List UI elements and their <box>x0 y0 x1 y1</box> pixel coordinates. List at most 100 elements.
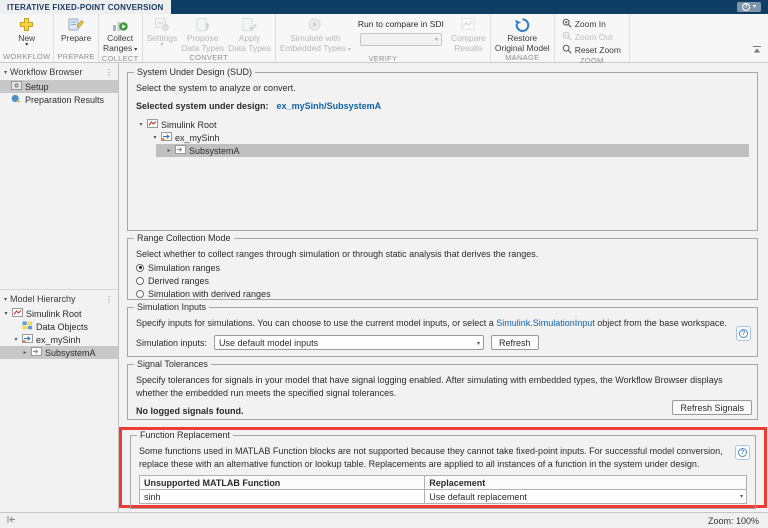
tree-item-label: ex_mySinh <box>175 132 220 143</box>
collapse-panel-icon: ▾ <box>4 296 8 303</box>
sud-group-title: System Under Design (SUD) <box>134 67 256 77</box>
radio-button-icon[interactable] <box>136 263 144 272</box>
tree-item-label: ex_mySinh <box>36 334 81 345</box>
tree-item-simulink-root[interactable]: ▾ Simulink Root <box>0 307 118 320</box>
workflow-browser-header[interactable]: ▾ Workflow Browser ⋮ <box>0 63 118 80</box>
workflow-item-label: Setup <box>25 81 49 92</box>
radio-label: Derived ranges <box>148 275 210 286</box>
radio-simulation-ranges[interactable]: Simulation ranges <box>136 261 749 274</box>
simulation-inputs-select[interactable]: Use default model inputs ▾ <box>214 335 485 351</box>
ribbon: New ▾ WORKFLOW Prepare PREPARE Collect R… <box>0 14 768 65</box>
ribbon-section-convert: Settings ▾ Propose Data Types Apply Data… <box>143 14 276 62</box>
refresh-signals-button[interactable]: Refresh Signals <box>672 400 752 415</box>
function-replacement-highlight: Function Replacement Some functions used… <box>119 427 767 510</box>
tree-item-data-objects[interactable]: Data Objects <box>0 320 118 333</box>
prepare-icon <box>68 16 85 33</box>
workflow-item-setup[interactable]: Setup <box>0 80 118 93</box>
sud-tree-item-simulink-root[interactable]: ▾ Simulink Root <box>136 118 749 131</box>
replacement-select[interactable]: Use default replacement ▾ <box>424 489 747 505</box>
panel-menu-icon[interactable]: ⋮ <box>105 295 114 304</box>
caret-down-icon: ▾ <box>160 42 164 49</box>
ribbon-section-label: WORKFLOW <box>3 52 51 61</box>
apply-data-types-button[interactable]: Apply Data Types <box>226 15 273 53</box>
zoom-out-button[interactable]: Zoom Out <box>562 31 621 43</box>
new-button[interactable]: New ▾ <box>16 15 37 52</box>
reset-zoom-button[interactable]: Reset Zoom <box>562 44 621 56</box>
caret-down-icon: ▾ <box>134 47 138 54</box>
toolstrip-tab[interactable]: ITERATIVE FIXED-POINT CONVERSION <box>0 0 171 14</box>
apply-label-line1: Apply <box>238 33 261 43</box>
preparation-results-icon <box>11 94 22 105</box>
sdi-run-select[interactable]: ▾ <box>359 33 442 46</box>
reset-zoom-label: Reset Zoom <box>574 45 621 55</box>
toolstrip-tab-label: ITERATIVE FIXED-POINT CONVERSION <box>7 2 164 12</box>
propose-data-types-button[interactable]: Propose Data Types <box>179 15 226 53</box>
tree-collapsed-icon[interactable]: ▸ <box>166 147 172 154</box>
compare-results-button[interactable]: Compare Results <box>449 15 488 54</box>
radio-simulation-with-derived-ranges[interactable]: Simulation with derived ranges <box>136 287 749 300</box>
sud-selected-link[interactable]: ex_mySinh/SubsystemA <box>277 101 382 111</box>
restore-original-model-button[interactable]: Restore Original Model <box>493 15 552 53</box>
zoom-out-icon <box>562 31 572 43</box>
ribbon-section-verify: Simulate with Embedded Types ▾ Run to com… <box>276 14 491 63</box>
ribbon-section-collect: Collect Ranges ▾ COLLECT <box>99 14 143 63</box>
panel-menu-icon[interactable]: ⋮ <box>105 68 114 77</box>
propose-data-types-icon <box>195 16 211 33</box>
function-replacement-group: Function Replacement Some functions used… <box>130 430 756 510</box>
replacement-value: Use default replacement <box>429 491 527 502</box>
range-description: Select whether to collect ranges through… <box>136 249 539 259</box>
help-menu-button[interactable]: ? ▾ <box>736 2 761 12</box>
caret-down-icon: ▾ <box>434 37 438 43</box>
collapse-sidebar-icon[interactable] <box>7 515 16 526</box>
model-hierarchy-header[interactable]: ▾ Model Hierarchy ⋮ <box>0 290 118 307</box>
statusbar: Zoom: 100% <box>0 512 768 528</box>
function-replacement-description: Some functions used in MATLAB Function b… <box>139 446 723 470</box>
simulink-root-icon <box>147 119 158 130</box>
simulate-embedded-types-button[interactable]: Simulate with Embedded Types ▾ <box>278 15 353 54</box>
propose-label-line1: Propose <box>186 33 219 43</box>
no-logged-signals-status: No logged signals found. <box>136 406 244 417</box>
table-header-unsupported-function: Unsupported MATLAB Function <box>138 475 426 491</box>
compare-label-line1: Compare <box>450 33 486 43</box>
simulation-inputs-help-button[interactable]: ? <box>736 326 751 341</box>
tree-expanded-icon[interactable]: ▾ <box>13 336 19 343</box>
settings-button[interactable]: Settings ▾ <box>145 15 180 53</box>
zoom-in-button[interactable]: Zoom In <box>562 18 621 30</box>
collapse-ribbon-icon[interactable] <box>752 41 762 59</box>
compare-results-icon <box>460 16 476 33</box>
simulationinput-link[interactable]: Simulink.SimulationInput <box>496 318 595 328</box>
workflow-item-preparation-results[interactable]: Preparation Results <box>0 93 118 106</box>
sud-tree: ▾ Simulink Root ▾ ex_mySinh ▸ SubsystemA <box>136 118 749 158</box>
zoom-out-label: Zoom Out <box>574 32 613 42</box>
ribbon-section-label: MANAGE <box>505 53 540 63</box>
sud-tree-item-subsystema[interactable]: ▸ SubsystemA <box>156 144 749 158</box>
caret-down-icon: ▾ <box>739 494 743 501</box>
sud-tree-item-ex-mysinh[interactable]: ▾ ex_mySinh <box>136 131 749 144</box>
collect-ranges-button[interactable]: Collect Ranges ▾ <box>101 15 139 54</box>
caret-down-icon: ▾ <box>25 42 29 49</box>
tree-item-label: SubsystemA <box>45 347 96 358</box>
radio-button-icon[interactable] <box>136 289 144 298</box>
table-header-replacement: Replacement <box>424 475 747 491</box>
function-replacement-help-button[interactable]: ? <box>735 445 750 460</box>
radio-button-icon[interactable] <box>136 276 144 285</box>
compare-label-line2: Results <box>454 43 483 54</box>
ribbon-section-manage: Restore Original Model MANAGE <box>491 14 555 62</box>
collect-ranges-icon <box>112 16 128 33</box>
ribbon-section-zoom: Zoom In Zoom Out Reset Zoom ZOOM <box>555 14 630 65</box>
tree-collapsed-icon[interactable]: ▸ <box>22 349 28 356</box>
restore-icon <box>514 16 531 33</box>
tree-expanded-icon[interactable]: ▾ <box>3 310 9 317</box>
refresh-button[interactable]: Refresh <box>491 335 539 351</box>
tree-item-subsystema[interactable]: ▸ SubsystemA <box>0 346 118 359</box>
simulation-inputs-value: Use default model inputs <box>219 338 319 349</box>
simulation-inputs-title: Simulation Inputs <box>134 302 210 312</box>
tree-item-ex-mysinh[interactable]: ▾ ex_mySinh <box>0 333 118 346</box>
titlebar: ITERATIVE FIXED-POINT CONVERSION ? ▾ <box>0 0 768 14</box>
tree-expanded-icon[interactable]: ▾ <box>152 134 158 141</box>
simulate-label-line1: Simulate with <box>290 33 341 43</box>
radio-derived-ranges[interactable]: Derived ranges <box>136 274 749 287</box>
range-collection-group: Range Collection Mode Select whether to … <box>127 233 758 300</box>
prepare-button[interactable]: Prepare <box>59 15 93 52</box>
tree-expanded-icon[interactable]: ▾ <box>138 121 144 128</box>
